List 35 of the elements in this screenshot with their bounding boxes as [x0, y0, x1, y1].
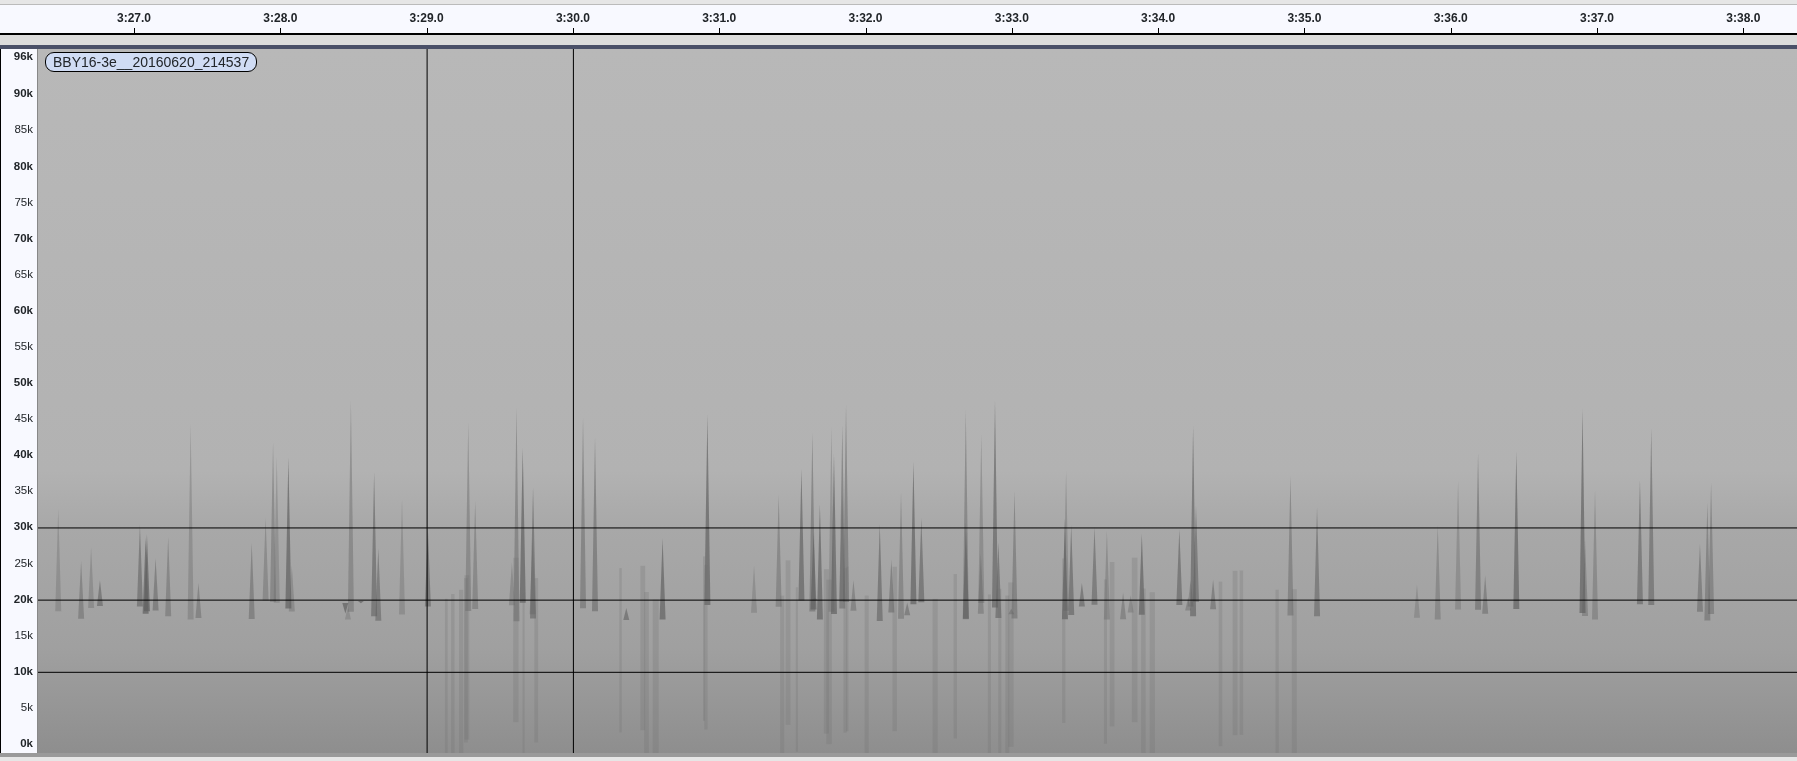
frequency-label: 40k: [13, 449, 33, 461]
frequency-label: 15k: [14, 629, 33, 642]
clip-label[interactable]: BBY16-3e__20160620_214537: [45, 52, 258, 72]
frequency-label: 65k: [14, 269, 33, 281]
frequency-label: 55k: [14, 341, 33, 353]
time-label: 3:32.0: [848, 10, 883, 27]
time-label: 3:37.0: [1580, 10, 1614, 27]
frequency-label: 45k: [14, 413, 33, 425]
time-label: 3:27.0: [117, 10, 151, 27]
frequency-label: 70k: [13, 232, 33, 245]
frequency-label: 60k: [13, 305, 33, 317]
frequency-label: 35k: [14, 485, 33, 498]
time-label: 3:28.0: [263, 10, 298, 27]
time-label: 3:30.0: [555, 10, 590, 27]
frequency-label: 20k: [13, 593, 33, 606]
frequency-label: 75k: [14, 196, 33, 209]
frequency-label: 80k: [13, 160, 33, 173]
time-label: 3:33.0: [994, 10, 1029, 27]
time-label: 3:35.0: [1287, 10, 1322, 27]
frequency-label: 85k: [14, 124, 33, 137]
time-label: 3:31.0: [702, 10, 737, 27]
time-label: 3:34.0: [1141, 10, 1176, 27]
frequency-label: 30k: [13, 521, 33, 534]
frequency-label: 0k: [20, 738, 33, 750]
timeline-ruler[interactable]: 3:27.0 3:28.0 3:29.0 3:30.0 3:31.0 3:32.0 3:33.0 3:34.0 3:35.0 3:36.0 3:37.0 3:38.0: [0, 5, 1797, 35]
frequency-label: 25k: [14, 557, 33, 570]
frequency-label: 10k: [13, 666, 33, 678]
time-label: 3:29.0: [409, 10, 444, 27]
time-label: 3:36.0: [1433, 10, 1468, 27]
timeline-scrub-bar[interactable]: [0, 35, 1797, 45]
frequency-label: 96k: [13, 51, 33, 63]
frequency-label: 50k: [13, 377, 33, 389]
time-label: 3:38.0: [1726, 10, 1761, 27]
frequency-label: 90k: [13, 88, 33, 101]
frequency-label: 5k: [20, 702, 33, 714]
